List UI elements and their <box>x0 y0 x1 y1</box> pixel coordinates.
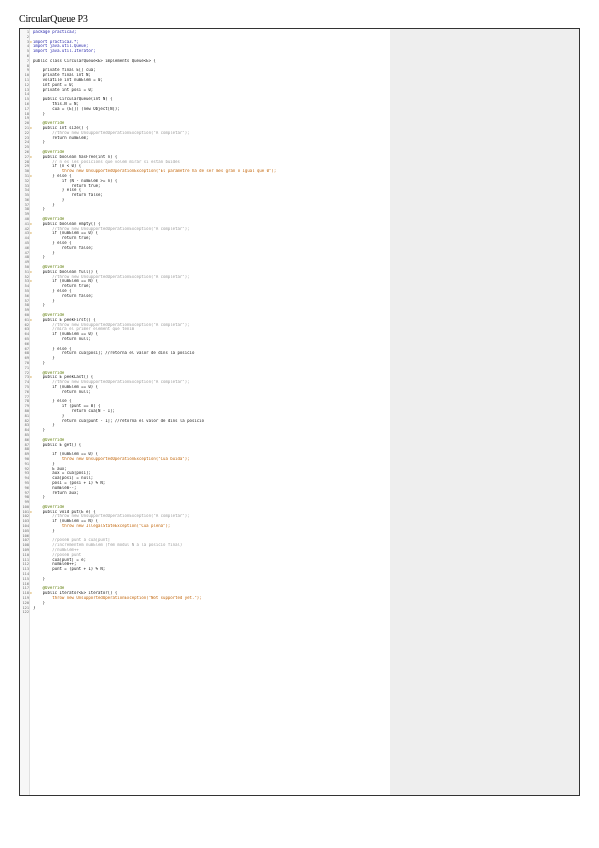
document-title: CircularQueue P3 <box>19 14 88 25</box>
right-margin-panel <box>390 29 579 795</box>
code-line: 122 <box>21 610 389 615</box>
code-page-frame: 1 package practica3; 2 3 ▸ import practica3.*… <box>19 28 580 796</box>
code-listing: 1 package practica3; 2 3 ▸ import practica3.*… <box>21 30 389 615</box>
line-number: 122 <box>22 610 30 615</box>
